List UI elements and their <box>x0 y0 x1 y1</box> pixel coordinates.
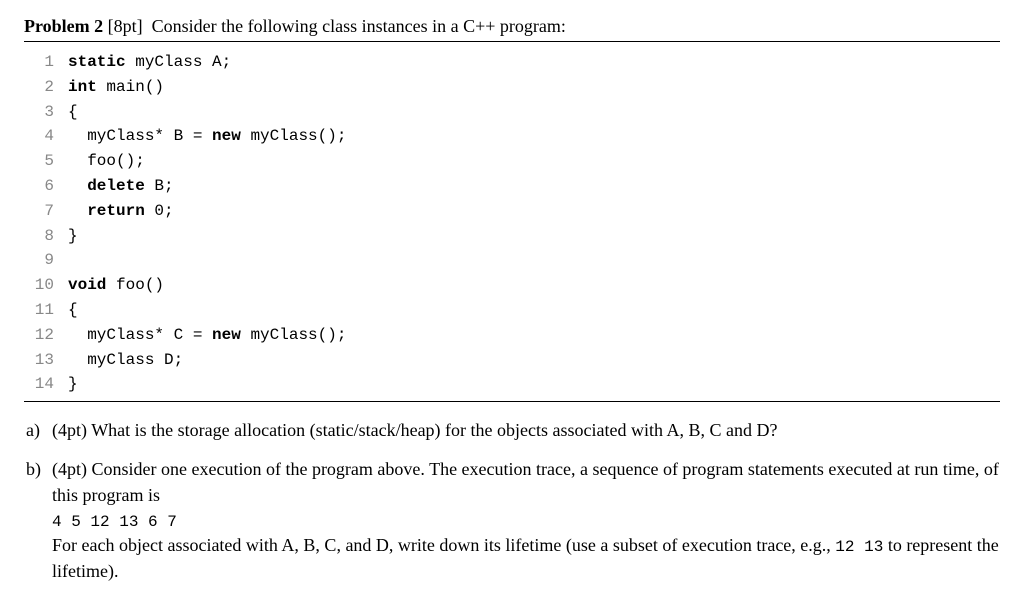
line-number: 13 <box>24 348 68 373</box>
code-text: delete B; <box>68 174 174 199</box>
question-a: a) (4pt) What is the storage allocation … <box>24 418 1000 443</box>
keyword: new <box>212 127 241 145</box>
code-block: 1static myClass A;2int main()3{4 myClass… <box>24 46 1000 402</box>
problem-label: Problem 2 <box>24 16 103 36</box>
keyword: new <box>212 326 241 344</box>
code-text: return 0; <box>68 199 174 224</box>
code-line: 1static myClass A; <box>24 50 1000 75</box>
question-b-points: (4pt) <box>52 459 87 479</box>
code-line: 11{ <box>24 298 1000 323</box>
question-b: b) (4pt) Consider one execution of the p… <box>24 457 1000 583</box>
question-b-label: b) <box>24 457 52 583</box>
question-a-text: What is the storage allocation (static/s… <box>91 420 777 440</box>
question-b-example: 12 13 <box>835 538 883 556</box>
line-number: 14 <box>24 372 68 397</box>
code-text: } <box>68 372 78 397</box>
code-line: 8} <box>24 224 1000 249</box>
question-a-label: a) <box>24 418 52 443</box>
problem-header: Problem 2 [8pt] Consider the following c… <box>24 16 1000 42</box>
code-line: 7 return 0; <box>24 199 1000 224</box>
keyword: return <box>87 202 145 220</box>
code-line: 14} <box>24 372 1000 397</box>
code-text: myClass D; <box>68 348 183 373</box>
line-number: 8 <box>24 224 68 249</box>
keyword: void <box>68 276 106 294</box>
keyword: static <box>68 53 126 71</box>
question-b-body: (4pt) Consider one execution of the prog… <box>52 457 1000 583</box>
code-line: 6 delete B; <box>24 174 1000 199</box>
question-a-points: (4pt) <box>52 420 87 440</box>
code-text: foo(); <box>68 149 145 174</box>
code-line: 3{ <box>24 100 1000 125</box>
question-a-body: (4pt) What is the storage allocation (st… <box>52 418 1000 443</box>
question-b-trace: 4 5 12 13 6 7 <box>52 513 177 531</box>
code-line: 13 myClass D; <box>24 348 1000 373</box>
code-line: 4 myClass* B = new myClass(); <box>24 124 1000 149</box>
line-number: 6 <box>24 174 68 199</box>
code-line: 10void foo() <box>24 273 1000 298</box>
line-number: 1 <box>24 50 68 75</box>
code-line: 2int main() <box>24 75 1000 100</box>
question-b-text1: Consider one execution of the program ab… <box>52 459 999 504</box>
code-text: void foo() <box>68 273 164 298</box>
keyword: int <box>68 78 97 96</box>
code-text: myClass* B = new myClass(); <box>68 124 346 149</box>
line-number: 12 <box>24 323 68 348</box>
keyword: delete <box>87 177 145 195</box>
code-line: 12 myClass* C = new myClass(); <box>24 323 1000 348</box>
code-text: static myClass A; <box>68 50 231 75</box>
line-number: 7 <box>24 199 68 224</box>
line-number: 10 <box>24 273 68 298</box>
code-text: { <box>68 100 78 125</box>
code-text: } <box>68 224 78 249</box>
line-number: 3 <box>24 100 68 125</box>
problem-points: [8pt] <box>108 16 143 36</box>
problem-intro-text: Consider the following class instances i… <box>152 16 566 36</box>
line-number: 2 <box>24 75 68 100</box>
code-line: 9 <box>24 248 1000 273</box>
line-number: 4 <box>24 124 68 149</box>
code-text: int main() <box>68 75 164 100</box>
line-number: 9 <box>24 248 68 273</box>
code-text: { <box>68 298 78 323</box>
line-number: 11 <box>24 298 68 323</box>
code-text: myClass* C = new myClass(); <box>68 323 346 348</box>
code-line: 5 foo(); <box>24 149 1000 174</box>
line-number: 5 <box>24 149 68 174</box>
question-b-text2a: For each object associated with A, B, C,… <box>52 535 835 555</box>
